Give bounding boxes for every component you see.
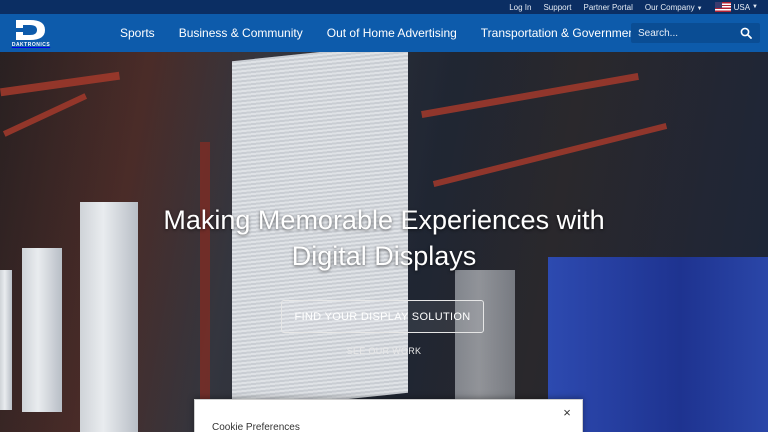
hero-title: Making Memorable Experiences with Digita… xyxy=(0,202,768,274)
background-girder xyxy=(421,72,639,119)
login-link[interactable]: Log In xyxy=(509,3,531,12)
support-link[interactable]: Support xyxy=(543,3,571,12)
partner-portal-link[interactable]: Partner Portal xyxy=(583,3,632,12)
locale-selector[interactable]: USA ▼ xyxy=(714,2,758,12)
nav-links: Sports Business & Community Out of Home … xyxy=(120,14,662,52)
us-flag-icon xyxy=(714,2,731,12)
caret-down-icon: ▼ xyxy=(696,5,703,12)
led-panel-image xyxy=(0,270,12,410)
find-display-solution-button[interactable]: FIND YOUR DISPLAY SOLUTION xyxy=(281,300,484,333)
hero-title-line-1: Making Memorable Experiences with xyxy=(163,205,605,235)
background-girder xyxy=(432,123,668,187)
hero-title-line-2: Digital Displays xyxy=(291,241,477,271)
search-input[interactable] xyxy=(631,27,735,39)
nav-item-sports[interactable]: Sports xyxy=(120,26,155,40)
utility-bar: Log In Support Partner Portal Our Compan… xyxy=(0,0,768,14)
our-company-menu[interactable]: Our Company ▼ xyxy=(645,3,703,12)
cookie-dialog-title: Cookie Preferences xyxy=(212,422,300,432)
nav-item-business-community[interactable]: Business & Community xyxy=(179,26,303,40)
daktronics-logo[interactable]: DAKTRONICS xyxy=(10,19,52,49)
nav-item-out-of-home-advertising[interactable]: Out of Home Advertising xyxy=(327,26,457,40)
search-icon[interactable] xyxy=(740,27,752,39)
caret-down-icon: ▼ xyxy=(752,4,758,10)
hero-banner: Making Memorable Experiences with Digita… xyxy=(0,52,768,432)
locale-label: USA xyxy=(733,2,751,12)
nav-item-transportation-government[interactable]: Transportation & Government xyxy=(481,26,639,40)
see-our-work-link[interactable]: SEE OUR WORK xyxy=(0,346,768,356)
background-girder xyxy=(2,93,88,137)
logo-wordmark: DAKTRONICS xyxy=(11,42,51,48)
main-nav: DAKTRONICS Sports Business & Community O… xyxy=(0,14,768,52)
logo-mark-icon xyxy=(16,20,45,40)
cookie-preferences-dialog: Cookie Preferences × xyxy=(194,399,583,432)
our-company-label: Our Company xyxy=(644,2,695,12)
close-icon[interactable]: × xyxy=(560,406,574,420)
background-girder xyxy=(0,71,120,97)
search-box xyxy=(631,23,760,43)
